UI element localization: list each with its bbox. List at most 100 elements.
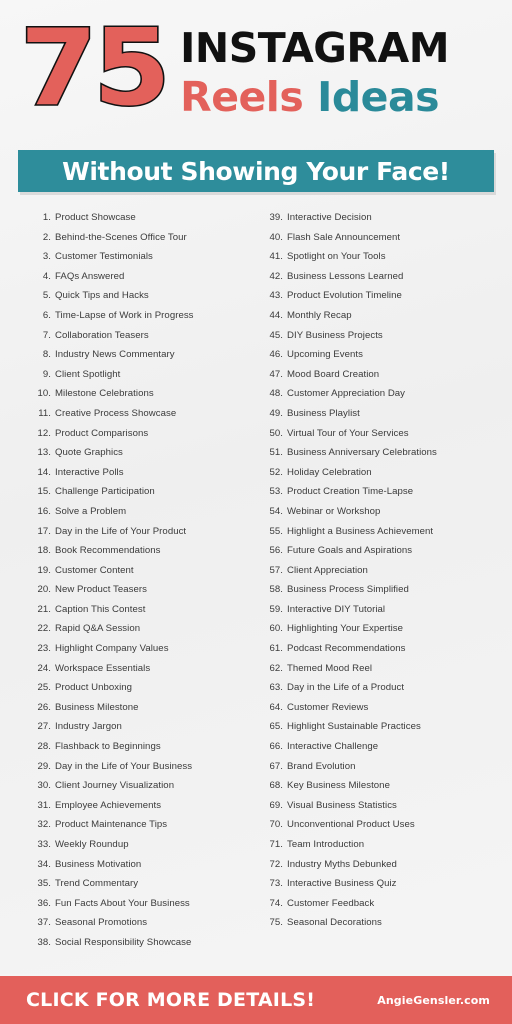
list-item-number: 57. [269, 564, 283, 576]
list-item: 53. Product Creation Time-Lapse [266, 482, 502, 502]
list-item-number: 31. [37, 799, 51, 811]
list-item-label: Client Journey Visualization [55, 780, 175, 792]
list-item-number: 29. [37, 760, 51, 772]
list-item: 43. Product Evolution Timeline [266, 286, 502, 306]
list-item-label: Podcast Recommendations [287, 643, 406, 655]
list-item: 16. Solve a Problem [34, 502, 256, 522]
list-item-label: Industry News Commentary [55, 349, 175, 361]
list-item-number: 40. [269, 231, 283, 243]
list-item: 19. Customer Content [34, 561, 256, 581]
list-item: 47. Mood Board Creation [266, 365, 502, 385]
list-item-label: Trend Commentary [55, 878, 139, 890]
list-item: 50. Virtual Tour of Your Services [266, 424, 502, 444]
headline-reels-ideas: Reels Ideas [180, 73, 449, 121]
list-item: 28. Flashback to Beginnings [34, 737, 256, 757]
list-item: 21. Caption This Contest [34, 600, 256, 620]
list-item-label: Team Introduction [287, 839, 365, 850]
list-item-number: 21. [37, 603, 51, 615]
list-item-number: 49. [269, 407, 283, 419]
list-item-number: 60. [269, 623, 283, 635]
list-item-number: 5. [42, 290, 51, 302]
list-item-label: Client Spotlight [55, 368, 121, 380]
list-item-label: Social Responsibility Showcase [55, 936, 192, 948]
list-item: 35. Trend Commentary [34, 874, 256, 894]
poster-footer[interactable]: CLICK FOR MORE DETAILS! AngieGensler.com [0, 974, 512, 1024]
list-item: 45. DIY Business Projects [266, 326, 502, 346]
poster-header: 75 INSTAGRAM Reels Ideas [0, 0, 512, 140]
list-item: 36. Fun Facts About Your Business [34, 894, 256, 914]
list-item-label: Time-Lapse of Work in Progress [55, 309, 194, 321]
list-item-number: 4. [42, 270, 51, 282]
title-stack: INSTAGRAM Reels Ideas [180, 18, 449, 121]
list-item: 3. Customer Testimonials [34, 247, 256, 267]
list-item: 2. Behind-the-Scenes Office Tour [34, 228, 256, 248]
list-item-label: DIY Business Projects [287, 329, 383, 341]
list-item-number: 69. [269, 799, 283, 811]
list-item-number: 54. [269, 505, 283, 517]
list-item-number: 23. [37, 643, 51, 655]
list-item-number: 15. [37, 486, 51, 498]
list-item-label: Product Showcase [55, 212, 136, 223]
list-item: 23. Highlight Company Values [34, 639, 256, 659]
list-item-label: Mood Board Creation [287, 368, 380, 380]
list-item-label: Weekly Roundup [55, 839, 129, 850]
list-item-label: Workspace Essentials [55, 662, 151, 674]
list-item-number: 37. [37, 917, 51, 929]
list-item-label: Employee Achievements [55, 799, 162, 811]
list-item: 22. Rapid Q&A Session [34, 619, 256, 639]
list-item-label: Interactive DIY Tutorial [287, 603, 386, 615]
list-item: 66. Interactive Challenge [266, 737, 502, 757]
list-item-number: 46. [269, 349, 283, 361]
list-item-label: Business Milestone [55, 701, 139, 713]
headline-reels: Reels [180, 73, 304, 121]
list-item-number: 41. [269, 251, 283, 263]
list-item-label: Flashback to Beginnings [55, 741, 161, 753]
list-item-number: 24. [37, 662, 51, 674]
list-item-label: Upcoming Events [287, 349, 363, 361]
list-item-number: 73. [269, 878, 283, 890]
list-item: 38. Social Responsibility Showcase [34, 933, 256, 953]
list-item: 37. Seasonal Promotions [34, 913, 256, 933]
list-item-label: Interactive Polls [55, 466, 124, 478]
list-item: 12. Product Comparisons [34, 424, 256, 444]
list-item-number: 3. [42, 251, 51, 263]
list-item: 5. Quick Tips and Hacks [34, 286, 256, 306]
list-item-number: 14. [37, 466, 51, 478]
list-item: 11. Creative Process Showcase [34, 404, 256, 424]
list-item: 57. Client Appreciation [266, 561, 502, 581]
list-item: 18. Book Recommendations [34, 541, 256, 561]
list-item: 75. Seasonal Decorations [266, 913, 502, 933]
list-item: 59. Interactive DIY Tutorial [266, 600, 502, 620]
list-item: 68. Key Business Milestone [266, 776, 502, 796]
list-item-label: Interactive Challenge [287, 741, 379, 753]
footer-cta-text[interactable]: CLICK FOR MORE DETAILS! [26, 990, 315, 1010]
list-item-label: Holiday Celebration [287, 466, 372, 478]
list-item-number: 6. [42, 309, 51, 321]
list-item: 61. Podcast Recommendations [266, 639, 502, 659]
list-item-label: Fun Facts About Your Business [55, 897, 190, 909]
list-item: 24. Workspace Essentials [34, 659, 256, 679]
list-item: 63. Day in the Life of a Product [266, 678, 502, 698]
list-item: 55. Highlight a Business Achievement [266, 522, 502, 542]
ideas-list: 1. Product Showcase 2. Behind-the-Scenes Of… [0, 192, 512, 974]
title-row: 75 INSTAGRAM Reels Ideas [18, 14, 494, 140]
list-item-label: Creative Process Showcase [55, 407, 177, 419]
list-item-number: 18. [37, 545, 51, 557]
list-item-label: Product Comparisons [55, 427, 149, 439]
list-item-label: Brand Evolution [287, 760, 356, 772]
list-item-number: 7. [42, 329, 51, 341]
list-item: 72. Industry Myths Debunked [266, 855, 502, 875]
list-item: 9. Client Spotlight [34, 365, 256, 385]
list-item: 26. Business Milestone [34, 698, 256, 718]
list-item: 27. Industry Jargon [34, 717, 256, 737]
list-item-label: Milestone Celebrations [55, 388, 154, 400]
list-item-number: 10. [37, 388, 51, 400]
list-item-label: Business Process Simplified [287, 584, 409, 596]
list-item: 14. Interactive Polls [34, 463, 256, 483]
list-item: 62. Themed Mood Reel [266, 659, 502, 679]
list-item: 10. Milestone Celebrations [34, 384, 256, 404]
list-item-label: Business Motivation [55, 858, 142, 870]
list-item-number: 72. [269, 858, 283, 870]
list-item: 17. Day in the Life of Your Product [34, 522, 256, 542]
list-item-label: Highlighting Your Expertise [287, 623, 404, 635]
